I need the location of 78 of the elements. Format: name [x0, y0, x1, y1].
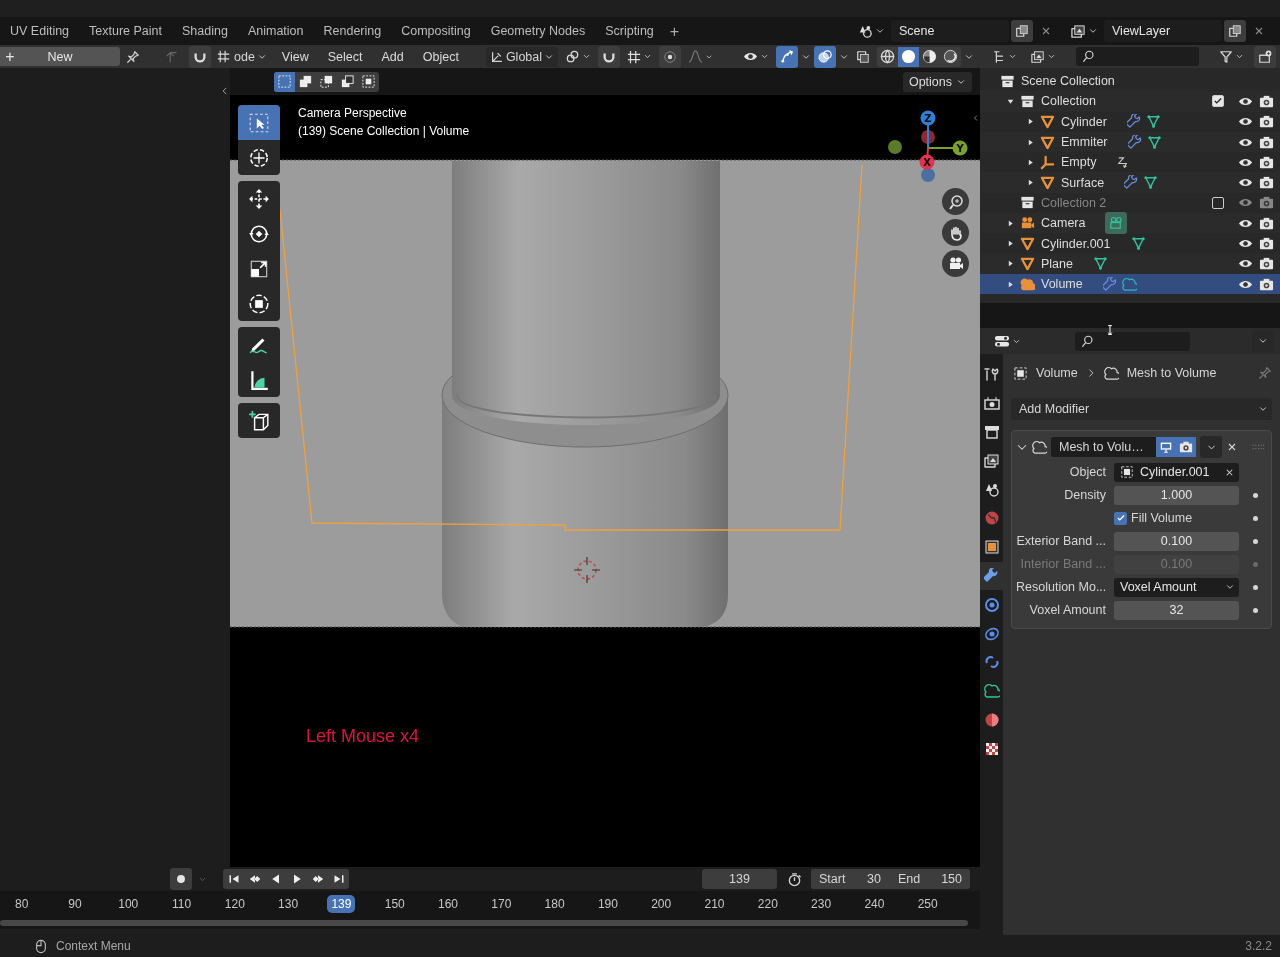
dropdown[interactable]: Voxel Amount — [1114, 577, 1239, 597]
new-button[interactable]: + New — [0, 47, 120, 66]
property-label: Density — [1063, 488, 1106, 502]
frame-number: 160 — [437, 897, 460, 911]
frame-number: 130 — [277, 897, 300, 911]
frame-number: 120 — [223, 897, 246, 911]
scene-field[interactable]: Scene — [891, 20, 1009, 42]
frame-number: 230 — [810, 897, 833, 911]
number-field[interactable]: 0.100 — [1114, 531, 1239, 551]
menu-item[interactable]: Object — [414, 46, 467, 67]
outliner-item-label[interactable]: Scene Collection — [1021, 74, 1115, 89]
workspace-tab[interactable]: Scripting — [595, 19, 664, 43]
frame-number: 240 — [863, 897, 886, 911]
view-layer-field[interactable]: ViewLayer — [1104, 20, 1222, 42]
key-hint-text: Left Mouse x4 — [306, 726, 420, 747]
outliner-item-label[interactable]: Surface — [1061, 175, 1105, 190]
workspace-tab[interactable]: Geometry Nodes — [480, 19, 596, 43]
outliner-item-label[interactable]: Volume — [1041, 277, 1083, 292]
menu-item[interactable]: View — [273, 46, 317, 67]
frame-number: 200 — [650, 897, 673, 911]
property-label: Resolution Mo... — [1016, 580, 1106, 594]
outliner-row[interactable]: Scene Collection — [980, 71, 1280, 92]
button-label: New — [46, 49, 74, 64]
viewport-info-text: Camera Perspective — [298, 105, 408, 122]
menu-item[interactable]: Select — [319, 46, 371, 67]
status-hint: Context Menu — [56, 939, 131, 953]
frame-number: 100 — [117, 897, 140, 911]
frame-number: 220 — [756, 897, 779, 911]
field-value: Cylinder.001 — [1140, 463, 1210, 481]
frame-number: 170 — [490, 897, 513, 911]
orientation-dropdown[interactable]: Global — [485, 46, 558, 67]
frame-number: 150 — [383, 897, 406, 911]
menu-item[interactable]: Add — [373, 46, 412, 67]
object-field[interactable]: Cylinder.001 — [1114, 462, 1239, 482]
frame-number: 210 — [703, 897, 726, 911]
add-modifier-dropdown[interactable]: Add Modifier — [1011, 398, 1272, 420]
property-label: Interior Band ... — [1019, 557, 1106, 571]
outliner-item-label[interactable]: Plane — [1041, 256, 1073, 271]
workspace-tab[interactable]: UV Editing — [0, 19, 80, 43]
number-field[interactable]: 32 — [1114, 600, 1239, 620]
axis-handle[interactable]: Z — [920, 110, 936, 149]
mode-dropdown[interactable]: ode — [230, 46, 271, 67]
workspace-tab[interactable]: Shading — [172, 19, 238, 43]
property-label: Voxel Amount — [1028, 603, 1106, 617]
plus-icon: + — [0, 47, 20, 66]
outliner-item-label[interactable]: Cylinder.001 — [1041, 236, 1111, 251]
outliner-row[interactable]: Empty — [980, 152, 1280, 173]
outliner-item-label[interactable]: Collection — [1041, 94, 1096, 109]
outliner-row[interactable]: Cylinder — [980, 111, 1280, 132]
add-workspace-button[interactable]: + — [663, 21, 686, 43]
outliner-item-label[interactable]: Emmiter — [1061, 135, 1108, 150]
version-label: 3.2.2 — [1245, 939, 1272, 953]
frame-number: 180 — [543, 897, 566, 911]
breadcrumb-item: Mesh to Volume — [1126, 366, 1217, 380]
workspace-tab[interactable]: Compositing — [391, 19, 481, 43]
frame-number: 80 — [13, 897, 30, 911]
axis-handle[interactable]: Y — [927, 140, 968, 156]
outliner-item-label[interactable]: Camera — [1041, 216, 1086, 231]
viewport-info-text: (139) Scene Collection | Volume — [298, 123, 470, 140]
frame-number: 190 — [596, 897, 619, 911]
workspace-tab[interactable]: Texture Paint — [79, 19, 173, 43]
options-dropdown[interactable]: Options — [902, 71, 972, 92]
outliner-item-label[interactable]: Cylinder — [1061, 114, 1107, 129]
workspace-tab[interactable]: Animation — [237, 19, 314, 43]
outliner-row[interactable]: Cylinder.001 — [980, 233, 1280, 254]
frame-number: 90 — [67, 897, 83, 911]
property-label: Object — [1068, 465, 1106, 479]
fill-volume-checkbox[interactable]: Fill Volume — [1114, 511, 1239, 525]
workspace-tab[interactable]: Rendering — [313, 19, 392, 43]
current-frame-marker[interactable]: 139 — [327, 895, 356, 913]
frame-number: 110 — [170, 897, 193, 911]
frame-number: 250 — [916, 897, 939, 911]
number-field[interactable]: 1.000 — [1114, 485, 1239, 505]
property-label: Exterior Band ... — [1016, 534, 1106, 548]
breadcrumb-item: Volume — [1036, 366, 1078, 380]
outliner-row[interactable]: Volume — [980, 273, 1280, 295]
outliner-item-label[interactable]: Empty — [1061, 155, 1097, 170]
frame-field[interactable]: 139 — [702, 869, 777, 889]
